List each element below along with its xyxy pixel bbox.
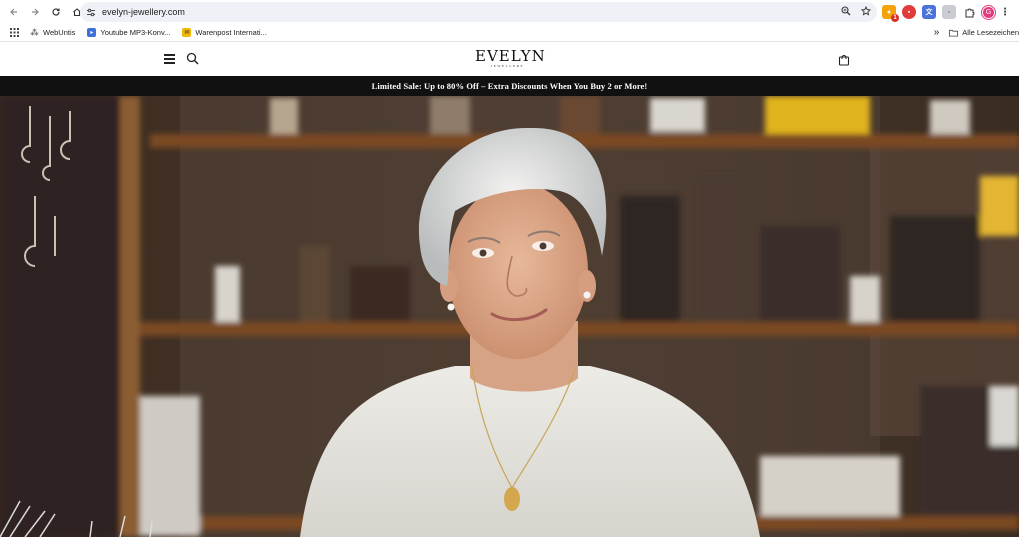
bookmark-label: WebUntis (43, 28, 76, 37)
shopping-bag-icon[interactable] (838, 53, 850, 66)
site-header: EVELYN JEWELLERY (0, 43, 1019, 76)
forward-arrow-icon[interactable] (25, 2, 45, 22)
browser-toolbar: evelyn-jewellery.com ● 1 ▪ 文 ▫ G ⋮ (0, 0, 1019, 24)
apps-grid-icon[interactable] (4, 28, 24, 37)
bookmark-youtube-mp3[interactable]: ▸ Youtube MP3-Konv... (87, 28, 170, 37)
profile-avatar[interactable]: G (982, 5, 995, 19)
browser-menu-icon[interactable]: ⋮ (1000, 5, 1010, 19)
extension-coupon-icon[interactable]: ● 1 (882, 5, 899, 22)
webuntis-favicon-icon: ⁂ (30, 28, 39, 37)
back-arrow-icon[interactable] (4, 2, 24, 22)
bookmark-warenpost[interactable]: ✉ Warenpost Internati... (182, 28, 267, 37)
bookmark-label: Warenpost Internati... (195, 28, 267, 37)
extension-adblock-icon[interactable]: ▪ (902, 5, 916, 19)
url-text[interactable]: evelyn-jewellery.com (102, 7, 185, 17)
extension-generic-icon[interactable]: ▫ (942, 5, 956, 19)
extensions-puzzle-icon[interactable] (962, 5, 976, 19)
reload-icon[interactable] (46, 2, 66, 22)
youtube-mp3-favicon-icon: ▸ (87, 28, 97, 37)
announcement-text: Limited Sale: Up to 80% Off – Extra Disc… (371, 81, 648, 91)
address-bar[interactable]: evelyn-jewellery.com (80, 2, 877, 22)
logo-wordmark: EVELYN (475, 47, 546, 65)
bookmarks-overflow-icon[interactable]: » (934, 27, 940, 38)
hamburger-menu-icon[interactable] (164, 54, 175, 64)
hero-banner (0, 96, 1019, 537)
extension-badge: 1 (891, 14, 899, 22)
bookmark-star-icon[interactable] (860, 5, 872, 19)
bookmark-webuntis[interactable]: ⁂ WebUntis (30, 28, 75, 37)
warenpost-favicon-icon: ✉ (182, 28, 192, 37)
tune-icon[interactable] (80, 8, 102, 17)
search-icon[interactable] (186, 52, 199, 65)
hero-image (0, 96, 1019, 537)
announcement-bar[interactable]: Limited Sale: Up to 80% Off – Extra Disc… (0, 76, 1019, 96)
bookmark-label: Youtube MP3-Konv... (100, 28, 171, 37)
zoom-icon[interactable] (841, 5, 851, 19)
all-bookmarks-folder[interactable]: Alle Lesezeichen (949, 28, 1019, 37)
extension-translate-icon[interactable]: 文 (922, 5, 936, 19)
extensions-area: ● 1 ▪ 文 ▫ G ⋮ (882, 3, 1010, 22)
site-logo[interactable]: EVELYN JEWELLERY (475, 47, 546, 72)
all-bookmarks-label: Alle Lesezeichen (962, 28, 1019, 37)
bookmarks-bar: ⁂ WebUntis ▸ Youtube MP3-Konv... ✉ Waren… (0, 24, 1019, 42)
folder-icon (949, 28, 959, 37)
